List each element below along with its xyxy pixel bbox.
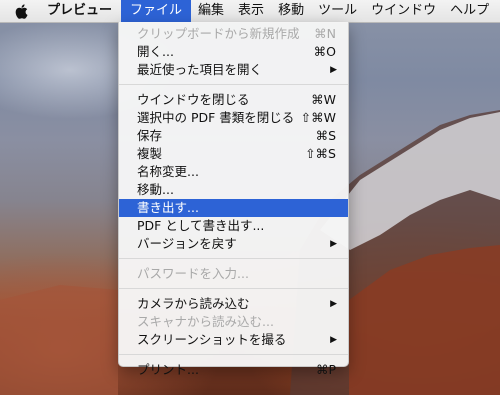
menu-item-label: 名称変更...: [137, 164, 199, 179]
menu-item-label: バージョンを戻す: [137, 236, 237, 251]
menu-item-label: カメラから読み込む: [137, 296, 250, 311]
menu-item-label: スキャナから読み込む...: [137, 314, 274, 329]
menu-item-import-from-camera[interactable]: カメラから読み込む ▶: [119, 295, 348, 313]
menu-bar: プレビュー ファイル 編集 表示 移動 ツール ウインドウ ヘルプ: [0, 0, 500, 23]
menu-item-enter-password[interactable]: パスワードを入力...: [119, 265, 348, 283]
menu-shortcut: ⌘O: [313, 44, 336, 59]
menu-shortcut: ⌘S: [315, 128, 336, 143]
menu-item-open[interactable]: 開く... ⌘O: [119, 43, 348, 61]
submenu-arrow-icon: ▶: [330, 239, 337, 249]
menu-item-close-window[interactable]: ウインドウを閉じる ⌘W: [119, 91, 348, 109]
submenu-arrow-icon: ▶: [330, 65, 337, 75]
menubar-app-preview[interactable]: プレビュー: [38, 0, 121, 22]
menu-item-import-from-scanner[interactable]: スキャナから読み込む...: [119, 313, 348, 331]
menubar-help[interactable]: ヘルプ: [443, 0, 496, 22]
apple-menu-button[interactable]: [0, 0, 38, 22]
menubar-window[interactable]: ウインドウ: [364, 0, 443, 22]
menu-item-label: 開く...: [137, 44, 174, 59]
submenu-arrow-icon: ▶: [330, 299, 337, 309]
menu-item-label: スクリーンショットを撮る: [137, 332, 287, 347]
menu-item-new-from-clipboard[interactable]: クリップボードから新規作成 ⌘N: [119, 25, 348, 43]
menu-item-label: ウインドウを閉じる: [137, 92, 250, 107]
menubar-tools[interactable]: ツール: [311, 0, 364, 22]
menu-item-export-as-pdf[interactable]: PDF として書き出す...: [119, 217, 348, 235]
submenu-arrow-icon: ▶: [330, 335, 337, 345]
menu-separator: [119, 84, 348, 85]
menu-item-label: クリップボードから新規作成: [137, 26, 300, 41]
menu-item-revert-to[interactable]: バージョンを戻す ▶: [119, 235, 348, 253]
menu-item-close-selected-pdf[interactable]: 選択中の PDF 書類を閉じる ⇧⌘W: [119, 109, 348, 127]
menu-shortcut: ⇧⌘W: [300, 110, 336, 125]
menu-item-duplicate[interactable]: 複製 ⇧⌘S: [119, 145, 348, 163]
menubar-edit[interactable]: 編集: [191, 0, 231, 22]
menu-item-open-recent[interactable]: 最近使った項目を開く ▶: [119, 61, 348, 79]
menu-separator: [119, 354, 348, 355]
menu-item-label: PDF として書き出す...: [137, 218, 265, 233]
menu-shortcut: ⌘W: [311, 92, 336, 107]
menu-item-label: 書き出す...: [137, 200, 199, 215]
menubar-go[interactable]: 移動: [271, 0, 311, 22]
menu-shortcut: ⌘P: [315, 362, 336, 377]
menu-shortcut: ⌘N: [314, 26, 336, 41]
menu-item-label: 選択中の PDF 書類を閉じる: [137, 110, 295, 125]
menubar-view[interactable]: 表示: [231, 0, 271, 22]
menu-item-label: プリント...: [137, 362, 199, 377]
menu-separator: [119, 258, 348, 259]
menubar-file[interactable]: ファイル: [121, 0, 192, 22]
menu-item-label: 最近使った項目を開く: [137, 62, 263, 77]
menu-item-move[interactable]: 移動...: [119, 181, 348, 199]
menu-item-take-screenshot[interactable]: スクリーンショットを撮る ▶: [119, 331, 348, 349]
menu-separator: [119, 288, 348, 289]
menu-item-export[interactable]: 書き出す...: [119, 199, 348, 217]
menu-item-label: 複製: [137, 146, 163, 161]
apple-logo-icon: [15, 3, 27, 19]
menu-item-label: パスワードを入力...: [137, 266, 249, 281]
file-menu-dropdown: クリップボードから新規作成 ⌘N 開く... ⌘O 最近使った項目を開く ▶ ウ…: [118, 22, 349, 377]
menu-item-rename[interactable]: 名称変更...: [119, 163, 348, 181]
menu-shortcut: ⇧⌘S: [305, 146, 336, 161]
menu-item-label: 保存: [137, 128, 163, 143]
menu-item-label: 移動...: [137, 182, 174, 197]
menu-item-save[interactable]: 保存 ⌘S: [119, 127, 348, 145]
menu-item-print[interactable]: プリント... ⌘P: [119, 361, 348, 379]
